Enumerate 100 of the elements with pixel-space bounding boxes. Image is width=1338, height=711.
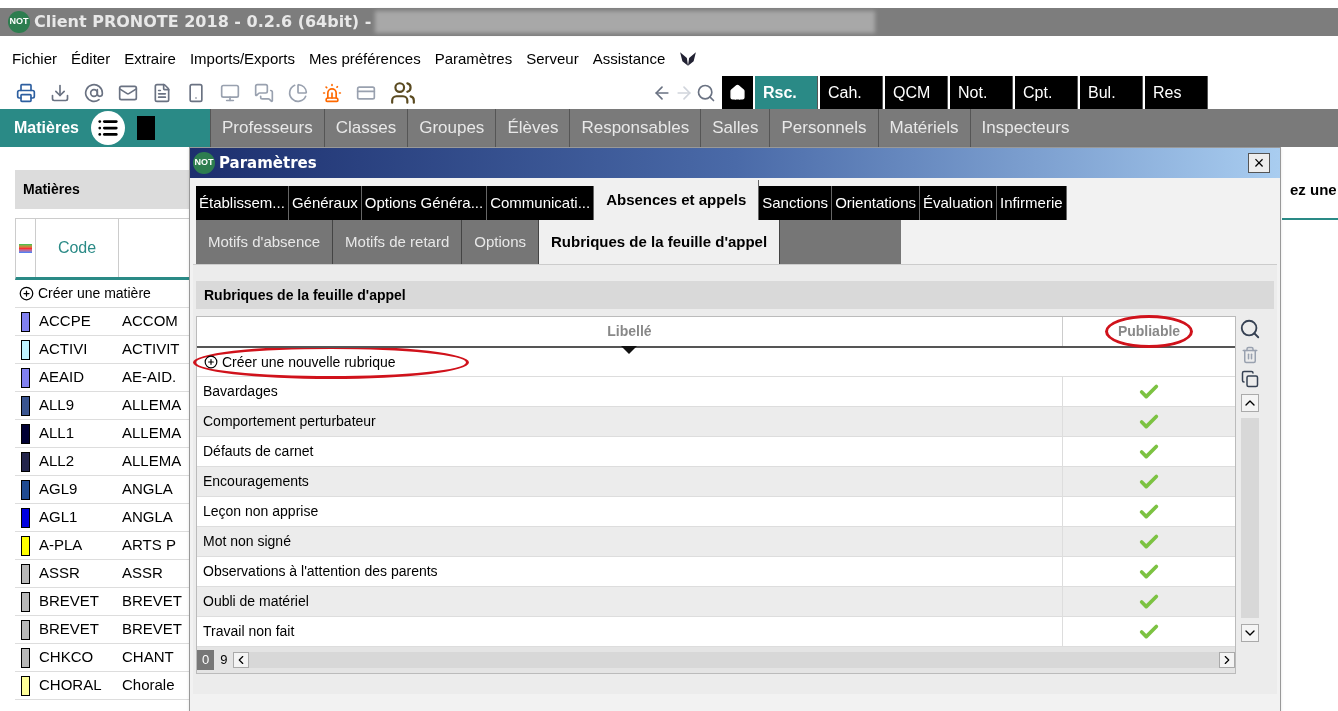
section-title: Matières [14,118,79,138]
table-cell-text: BREVET [121,591,182,612]
window-title: Client PRONOTE 2018 - 0.2.6 (64bit) - [34,11,372,33]
table-cell-text: Oubli de matériel [202,592,310,611]
settings-tab[interactable]: Options Généra... [361,186,488,220]
table-cell-text: ANGLA [121,479,173,500]
download-icon[interactable] [50,82,70,103]
settings-tab[interactable]: Sanctions [759,186,833,220]
table-cell-text: Comportement perturbateur [202,412,377,431]
settings-tab[interactable]: Communicati... [487,186,595,220]
menu-item[interactable]: Serveur [526,47,579,71]
module-tab[interactable]: QCM [885,76,948,109]
chat-icon[interactable] [254,82,274,103]
table-cell-text: ACTIVI [38,339,89,360]
plus-circle-icon[interactable] [204,355,218,369]
printer-icon[interactable] [16,82,36,103]
module-tab[interactable]: Rsc. [755,76,818,109]
table-cell-text: AGL9 [38,479,79,500]
column-header[interactable]: Libellé [197,317,1062,346]
create-link[interactable]: Créer une nouvelle rubrique [222,351,396,373]
table-cell-text: Défauts de carnet [202,442,315,461]
table-cell-text: ALL2 [38,451,76,472]
home-icon [729,84,746,101]
menu-item[interactable]: Éditer [71,47,111,71]
app-badge: NOT [193,152,215,174]
menu-item[interactable]: Mes préférences [308,47,421,71]
table-cell-text: Leçon non apprise [202,502,320,521]
table-cell-text: CHKCO [38,647,95,668]
meeting-icon[interactable] [390,79,416,106]
module-tab[interactable]: Res [1145,76,1208,109]
settings-tab[interactable]: Infirmerie [997,186,1067,220]
table-cell-text: BREVET [121,619,182,640]
count-label: 0 [197,650,215,670]
table-cell-text: Bavardages [202,382,279,401]
table-cell-text: AE-AID. [121,367,177,388]
settings-tab[interactable]: Établissem... [196,186,289,220]
menu-item[interactable]: Extraire [124,47,176,71]
menu-item[interactable]: Paramètres [434,47,513,71]
table-cell-text: Observations à l'attention des parents [202,562,439,581]
butterfly-icon [679,51,698,67]
table-cell-text: ACCOM [121,311,178,332]
table-cell-text: CHORAL [38,675,103,696]
table-cell-text: AGL1 [38,507,79,528]
panel-title: Matières [23,180,80,199]
search-icon[interactable] [1239,318,1261,340]
settings-tab[interactable]: Évaluation [920,186,998,220]
table-cell-text: Encouragements [202,472,310,491]
settings-tab[interactable]: Généraux [288,186,362,220]
sub-tab[interactable]: Rubriques de la feuille d'appel [539,220,781,264]
close-button[interactable]: × [1248,153,1270,173]
color-column-icon [19,243,32,253]
document-icon[interactable] [152,82,172,103]
table-cell-text: ALLEMA [121,395,182,416]
table-cell-text: ACCPE [38,311,92,332]
scroll-up-button[interactable] [1241,394,1259,412]
hidden-label: ez une [1290,180,1337,200]
scroll-right-button[interactable] [1219,652,1235,668]
count-label: 9 [219,651,229,670]
create-link[interactable]: Créer une matière [38,283,151,304]
table-cell-text: ALL1 [38,423,76,444]
monitor-icon[interactable] [220,82,240,103]
table-cell-text: Mot non signé [202,532,292,551]
module-tab[interactable]: Cpt. [1015,76,1078,109]
at-sign-icon[interactable] [84,82,104,103]
dialog-title: Paramètres [219,152,317,174]
column-header[interactable]: Publiable [1117,323,1181,339]
table-cell-text: A-PLA [38,535,84,556]
scroll-down-button[interactable] [1241,624,1259,642]
table-cell-text: ANGLA [121,507,173,528]
table-cell-text: ALLEMA [121,451,182,472]
table-cell-text: AEAID [38,367,85,388]
table-cell-text: Chorale [121,675,175,696]
phone-icon[interactable] [186,82,206,103]
table-cell-text: ALL9 [38,395,76,416]
pie-chart-icon[interactable] [288,82,308,103]
table-cell-text: ALLEMA [121,423,182,444]
table-cell-text: ASSR [38,563,81,584]
grade-icon[interactable] [136,116,155,140]
module-tab[interactable]: Bul. [1080,76,1143,109]
table-cell-text: Travail non fait [202,622,296,641]
copy-icon[interactable] [1241,370,1259,388]
sort-arrow-icon [621,346,637,354]
table-cell-text: BREVET [38,619,100,640]
list-view-icon[interactable] [90,111,125,145]
search-icon[interactable] [696,82,716,103]
menu-item[interactable]: Imports/Exports [189,47,295,71]
module-tab[interactable]: Not. [950,76,1013,109]
menu-item[interactable]: Assistance [592,47,666,71]
module-tab[interactable]: Cah. [820,76,883,109]
app-badge: NOT [8,11,30,33]
siren-icon[interactable] [322,82,342,103]
home-button[interactable] [722,76,753,109]
table-cell-text: CHANT [121,647,174,668]
panel-title: Rubriques de la feuille d'appel [204,285,406,305]
table-cell-text: ACTIVIT [121,339,180,360]
settings-tab[interactable]: Orientations [832,186,920,220]
plus-circle-icon[interactable] [19,286,34,301]
menu-item[interactable]: Fichier [12,47,57,71]
scroll-left-button[interactable] [233,652,250,668]
table-cell-text: ASSR [121,563,163,584]
